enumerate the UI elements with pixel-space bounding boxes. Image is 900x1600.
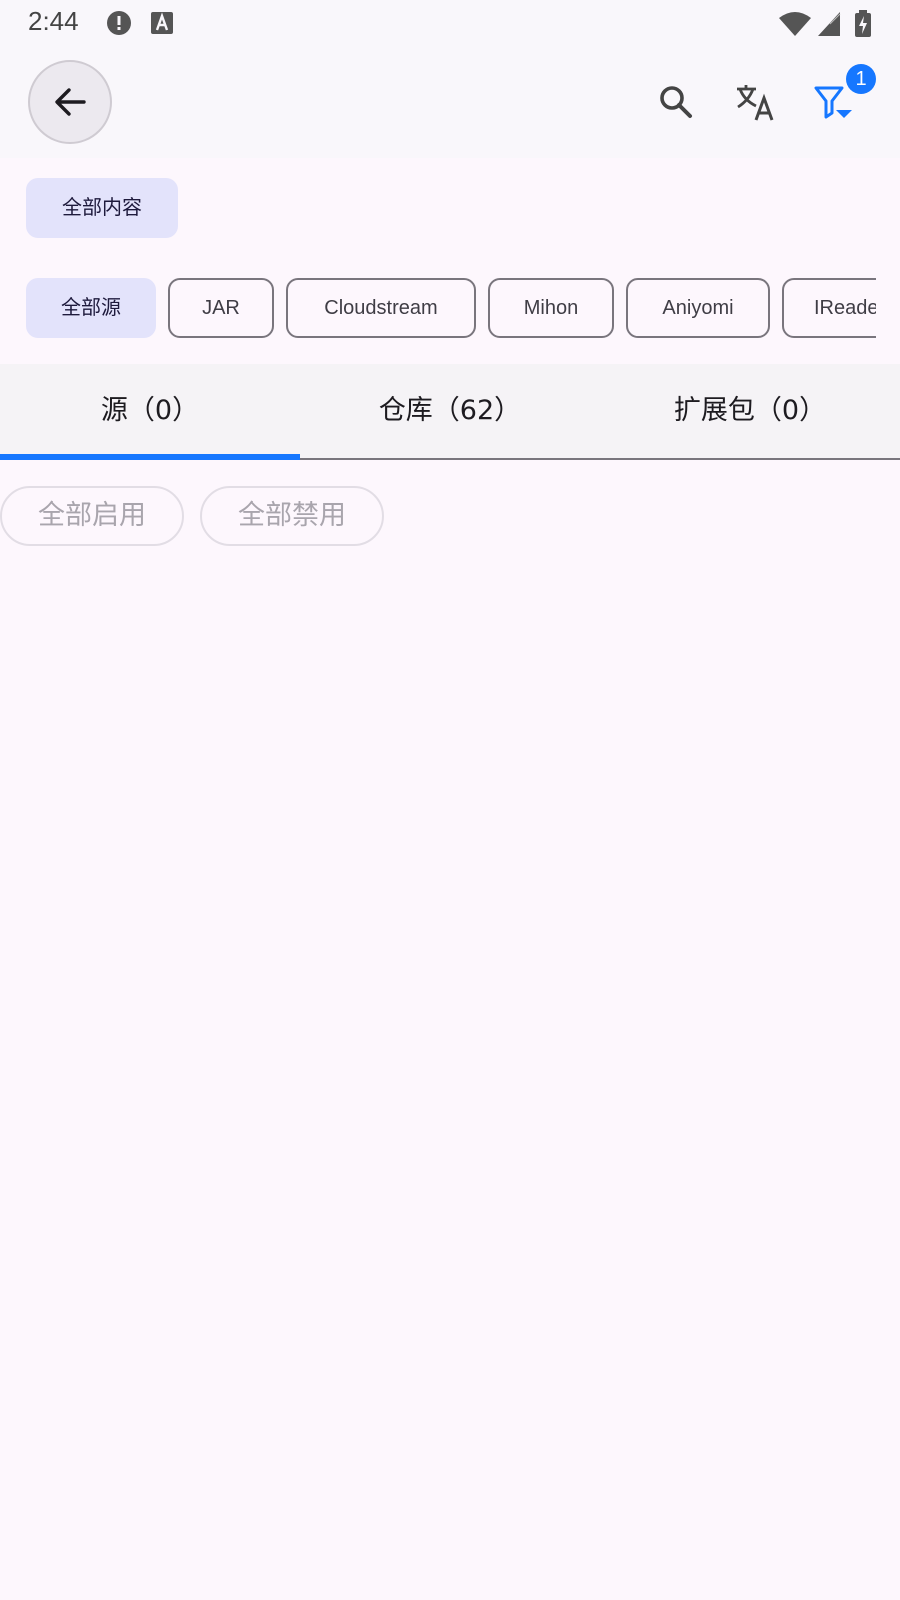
translate-icon [737,85,774,121]
top-app-bar: 1 [0,48,900,158]
chip-aniyomi[interactable]: Aniyomi [626,278,770,338]
search-button[interactable] [654,80,698,124]
disable-all-button[interactable]: 全部禁用 [200,486,384,546]
chip-all-content[interactable]: 全部内容 [26,178,178,238]
filter-count-badge: 1 [846,64,876,94]
chip-mihon[interactable]: Mihon [488,278,614,338]
battery-charging-icon [854,10,872,42]
tab-extension-packs[interactable]: 扩展包（0） [600,364,900,458]
chip-cloudstream[interactable]: Cloudstream [286,278,476,338]
enable-all-button[interactable]: 全部启用 [0,486,184,546]
tab-repositories[interactable]: 仓库（62） [300,364,600,458]
chip-jar[interactable]: JAR [168,278,274,338]
active-tab-indicator [0,454,300,460]
wifi-icon [778,10,812,42]
source-filter-row: 全部源 JAR Cloudstream Mihon Aniyomi IReade… [0,276,876,340]
translate-button[interactable] [734,80,778,124]
font-a-icon [150,10,174,40]
tab-bar: 源（0） 仓库（62） 扩展包（0） [0,364,900,460]
alert-icon [106,10,132,40]
back-button[interactable] [28,60,112,144]
chip-all-sources[interactable]: 全部源 [26,278,156,338]
tab-sources[interactable]: 源（0） [0,364,300,458]
cell-signal-icon [816,10,842,42]
chip-ireader[interactable]: IReader [782,278,876,338]
search-icon [660,86,692,118]
status-bar: 2:44 [0,0,900,48]
status-time: 2:44 [28,6,79,36]
arrow-left-icon [55,88,86,116]
